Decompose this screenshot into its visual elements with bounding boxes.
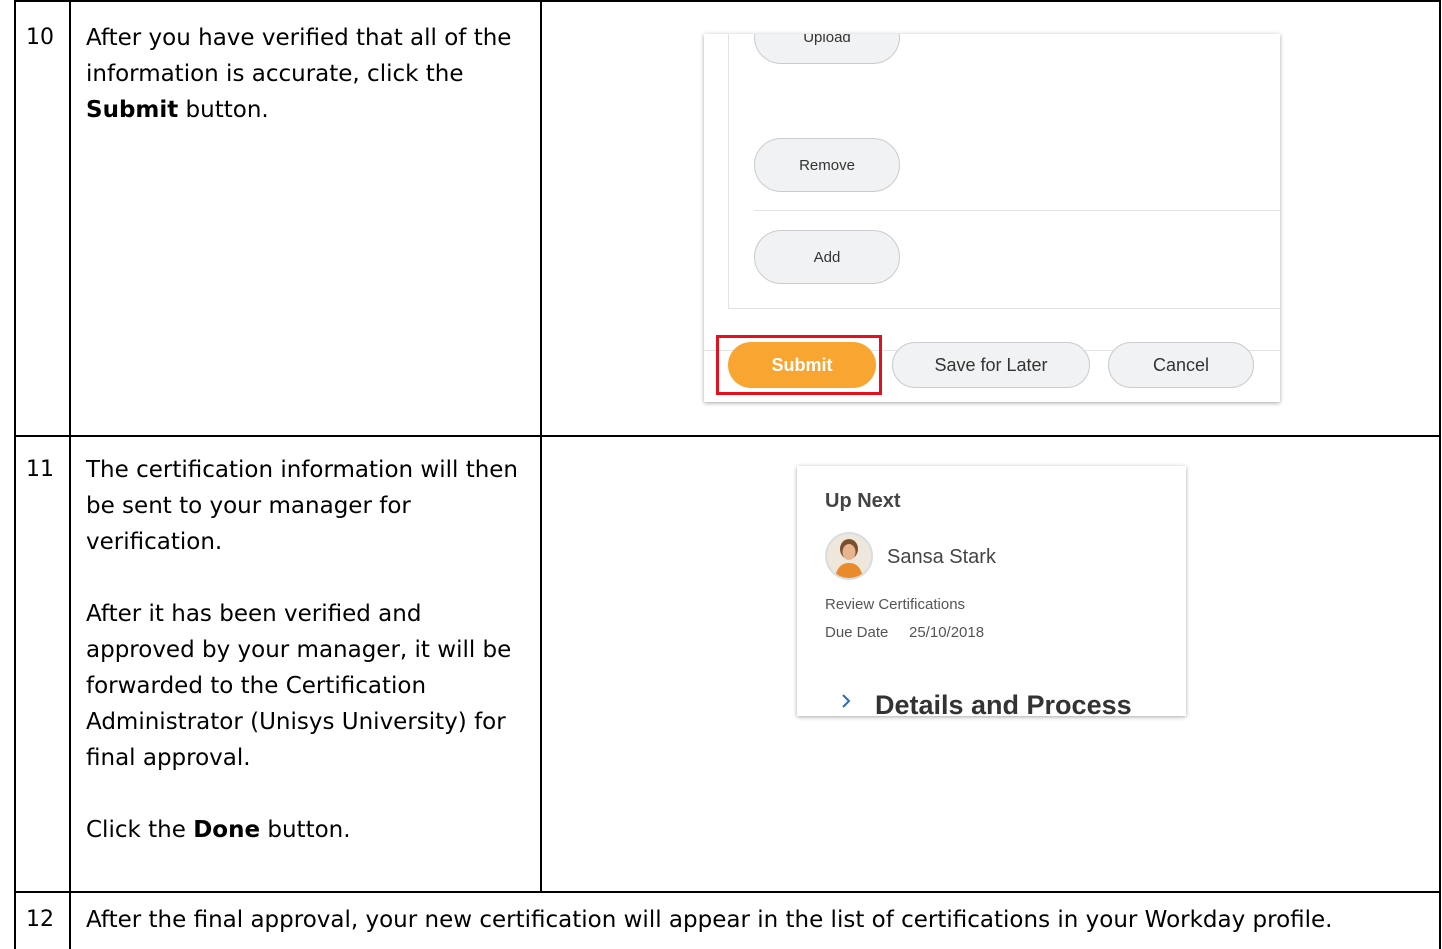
step-text: button. bbox=[178, 97, 269, 123]
step-text: Click the bbox=[86, 817, 194, 843]
column-divider-screenshot bbox=[540, 0, 542, 892]
step-paragraph: After it has been verified and approved … bbox=[86, 601, 512, 771]
column-divider-number bbox=[69, 0, 71, 949]
due-date-label: Due Date bbox=[825, 624, 889, 641]
remove-button[interactable]: Remove bbox=[754, 138, 900, 192]
upload-button[interactable]: Upload bbox=[754, 34, 900, 64]
step-text-bold: Done bbox=[193, 817, 261, 843]
details-and-process-toggle[interactable]: Details and Process bbox=[875, 690, 1132, 716]
step-instruction: After you have verified that all of the … bbox=[86, 20, 532, 128]
step-paragraph: The certification information will then … bbox=[86, 457, 519, 555]
up-next-heading: Up Next bbox=[825, 490, 901, 512]
row-divider-1 bbox=[14, 435, 1441, 437]
add-button[interactable]: Add bbox=[754, 230, 900, 284]
step-number: 12 bbox=[26, 907, 54, 932]
task-name: Review Certifications bbox=[825, 596, 966, 613]
assignee-name[interactable]: Sansa Stark bbox=[887, 546, 996, 569]
form-footer-screenshot: Upload Remove Add Submit Save for Later … bbox=[704, 34, 1280, 402]
up-next-card-screenshot: Up Next Sansa Stark Review Certification… bbox=[797, 466, 1186, 716]
due-date-value: 25/10/2018 bbox=[909, 624, 985, 641]
attachment-panel: Upload Remove Add bbox=[728, 34, 1280, 309]
submit-highlight-box bbox=[716, 335, 882, 395]
avatar-photo bbox=[827, 534, 871, 578]
step-instruction: The certification information will then … bbox=[86, 452, 532, 848]
row-divider-2 bbox=[14, 891, 1441, 893]
chevron-right-icon[interactable] bbox=[837, 692, 855, 710]
step-number: 11 bbox=[26, 457, 54, 482]
step-instruction: After the final approval, your new certi… bbox=[86, 907, 1333, 933]
cancel-button[interactable]: Cancel bbox=[1108, 342, 1254, 388]
person-avatar-icon[interactable] bbox=[825, 532, 873, 580]
divider bbox=[754, 210, 1280, 211]
step-text: button. bbox=[260, 817, 351, 843]
save-for-later-button[interactable]: Save for Later bbox=[892, 342, 1090, 388]
step-text-bold: Submit bbox=[86, 97, 179, 123]
step-number: 10 bbox=[26, 25, 54, 50]
step-text: After you have verified that all of the … bbox=[86, 25, 512, 87]
